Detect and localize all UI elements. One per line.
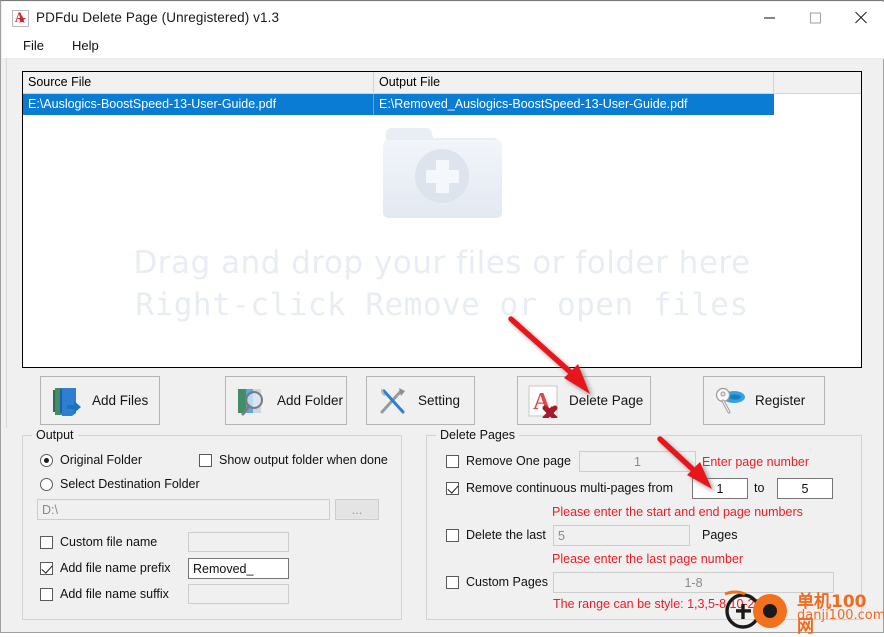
maximize-button[interactable] xyxy=(792,2,838,33)
checkbox-remove-one-page-box[interactable] xyxy=(446,454,459,468)
checkbox-custom-pages[interactable]: Custom Pages xyxy=(446,575,548,589)
cell-source-file[interactable]: E:\Auslogics-BoostSpeed-13-User-Guide.pd… xyxy=(23,94,374,115)
hint-last-page-number: Please enter the last page number xyxy=(552,552,744,566)
file-list[interactable]: Source File Output File E:\Auslogics-Boo… xyxy=(22,71,862,368)
checkbox-delete-last[interactable]: Delete the last xyxy=(446,528,546,542)
register-key-icon xyxy=(712,384,746,418)
checkbox-custom-file-name-label: Custom file name xyxy=(60,535,158,549)
checkbox-remove-continuous[interactable]: Remove continuous multi-pages from xyxy=(446,481,673,495)
add-folder-icon xyxy=(234,384,268,418)
menu-bar: File Help xyxy=(2,33,884,59)
remove-one-page-input[interactable]: 1 xyxy=(579,451,696,472)
radio-select-destination-dot[interactable] xyxy=(40,477,53,491)
menu-item-file[interactable]: File xyxy=(12,35,55,56)
minimize-button[interactable] xyxy=(746,2,792,33)
checkbox-remove-one-page-label: Remove One page xyxy=(466,454,571,468)
continuous-from-input[interactable]: 1 xyxy=(692,478,748,499)
browse-destination-button[interactable]: ... xyxy=(335,499,379,520)
checkbox-delete-last-box[interactable] xyxy=(446,528,459,542)
add-folder-label: Add Folder xyxy=(277,393,344,408)
radio-original-folder-label: Original Folder xyxy=(60,453,142,467)
hint-start-end-pages: Please enter the start and end page numb… xyxy=(552,505,803,519)
register-button[interactable]: Register xyxy=(703,376,825,425)
checkbox-add-suffix-label: Add file name suffix xyxy=(60,587,169,601)
radio-original-folder[interactable]: Original Folder xyxy=(40,453,142,467)
checkbox-custom-file-name-box[interactable] xyxy=(40,535,53,549)
column-header-source-file[interactable]: Source File xyxy=(23,72,374,93)
checkbox-add-suffix-box[interactable] xyxy=(40,587,53,601)
cell-output-file[interactable]: E:\Removed_Auslogics-BoostSpeed-13-User-… xyxy=(374,94,774,115)
checkbox-remove-continuous-label: Remove continuous multi-pages from xyxy=(466,481,674,495)
setting-button[interactable]: Setting xyxy=(366,376,475,425)
checkbox-add-prefix-box[interactable] xyxy=(40,561,53,575)
delete-page-label: Delete Page xyxy=(569,393,644,408)
checkbox-add-prefix-label: Add file name prefix xyxy=(60,561,171,575)
checkbox-show-output-folder[interactable]: Show output folder when done xyxy=(199,453,388,467)
pdf-app-icon: A ★ xyxy=(11,9,29,27)
toolbar: Add Files Add Folder Setting A Delete Pa… xyxy=(22,376,862,425)
add-files-label: Add Files xyxy=(92,393,149,408)
setting-icon xyxy=(375,384,409,418)
radio-select-destination-label: Select Destination Folder xyxy=(60,477,200,491)
drop-hint-line-1: Drag and drop your files or folder here xyxy=(133,245,751,281)
column-header-output-file[interactable]: Output File xyxy=(374,72,774,93)
application-window: A ★ PDFdu Delete Page (Unregistered) v1.… xyxy=(0,0,884,637)
table-row[interactable]: E:\Auslogics-BoostSpeed-13-User-Guide.pd… xyxy=(23,94,861,115)
checkbox-show-output-folder-box[interactable] xyxy=(199,453,212,467)
add-folder-button[interactable]: Add Folder xyxy=(225,376,347,425)
delete-last-input[interactable]: 5 xyxy=(553,525,690,546)
radio-original-folder-dot[interactable] xyxy=(40,453,53,467)
custom-pages-input[interactable]: 1-8 xyxy=(553,572,834,593)
folder-plus-icon xyxy=(380,116,505,227)
checkbox-custom-pages-box[interactable] xyxy=(446,575,459,589)
delete-page-button[interactable]: A Delete Page xyxy=(517,376,651,425)
menu-item-help[interactable]: Help xyxy=(61,35,110,56)
checkbox-remove-continuous-box[interactable] xyxy=(446,481,459,495)
add-files-button[interactable]: Add Files xyxy=(40,376,160,425)
close-button[interactable] xyxy=(838,2,884,33)
continuous-to-label: to xyxy=(754,481,765,495)
window-controls xyxy=(746,2,884,33)
title-bar: A ★ PDFdu Delete Page (Unregistered) v1.… xyxy=(2,2,884,33)
cell-filler xyxy=(774,94,861,115)
radio-select-destination[interactable]: Select Destination Folder xyxy=(40,477,200,491)
drop-hint-line-2: Right-click Remove or open files xyxy=(135,287,749,323)
output-group: Output Original Folder Show output folde… xyxy=(22,428,402,620)
checkbox-custom-pages-label: Custom Pages xyxy=(466,575,548,589)
checkbox-remove-one-page[interactable]: Remove One page xyxy=(446,454,571,468)
add-suffix-input[interactable] xyxy=(188,584,289,604)
output-group-title: Output xyxy=(32,428,78,442)
setting-label: Setting xyxy=(418,393,461,408)
custom-file-name-input[interactable] xyxy=(188,532,289,552)
hint-range-style: The range can be style: 1,3,5-8,10-20 xyxy=(553,597,762,611)
checkbox-custom-file-name[interactable]: Custom file name xyxy=(40,535,157,549)
add-prefix-input[interactable]: Removed_ xyxy=(188,558,289,579)
delete-pages-group: Delete Pages Remove One page 1 Enter pag… xyxy=(426,428,862,620)
continuous-to-input[interactable]: 5 xyxy=(777,478,833,499)
window-title: PDFdu Delete Page (Unregistered) v1.3 xyxy=(36,10,280,25)
delete-page-icon: A xyxy=(526,384,560,420)
add-files-icon xyxy=(49,384,83,418)
checkbox-add-suffix[interactable]: Add file name suffix xyxy=(40,587,169,601)
checkbox-add-prefix[interactable]: Add file name prefix xyxy=(40,561,170,575)
checkbox-show-output-folder-label: Show output folder when done xyxy=(219,453,388,467)
file-list-header: Source File Output File xyxy=(23,72,861,94)
delete-last-unit-label: Pages xyxy=(702,528,738,542)
destination-path-input[interactable]: D:\ xyxy=(37,499,330,520)
drop-zone-watermark: Drag and drop your files or folder here … xyxy=(23,72,861,367)
checkbox-delete-last-label: Delete the last xyxy=(466,528,546,542)
window-edge-line xyxy=(6,58,7,428)
hint-enter-page-number: Enter page number xyxy=(702,455,810,469)
register-label: Register xyxy=(755,393,806,408)
column-header-filler xyxy=(774,72,861,93)
delete-pages-group-title: Delete Pages xyxy=(436,428,520,442)
